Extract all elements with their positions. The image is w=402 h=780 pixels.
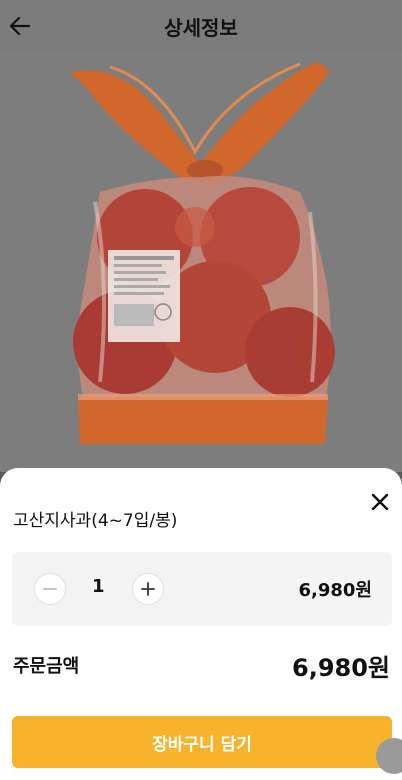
decrease-quantity-button[interactable] bbox=[34, 573, 66, 605]
floating-handle[interactable] bbox=[376, 738, 402, 774]
arrow-left-icon bbox=[9, 16, 31, 36]
close-button[interactable] bbox=[368, 490, 392, 514]
quantity-value: 1 bbox=[92, 576, 105, 597]
option-bottom-sheet: 고산지사과(4~7입/봉) 1 6,980원 주문금액 6,980원 장바구니 … bbox=[0, 468, 402, 780]
minus-icon bbox=[43, 588, 57, 590]
page-title: 상세정보 bbox=[164, 15, 238, 40]
line-price: 6,980원 bbox=[298, 580, 373, 601]
total-price: 6,980원 bbox=[292, 654, 390, 682]
close-icon bbox=[371, 493, 389, 511]
product-name: 고산지사과(4~7입/봉) bbox=[13, 511, 178, 531]
increase-quantity-button[interactable] bbox=[132, 573, 164, 605]
top-app-bar: 상세정보 bbox=[0, 0, 402, 52]
plus-icon bbox=[141, 582, 155, 596]
product-image bbox=[0, 52, 402, 472]
add-to-cart-button[interactable]: 장바구니 담기 bbox=[12, 716, 392, 768]
total-label: 주문금액 bbox=[13, 656, 80, 677]
quantity-selector: 1 6,980원 bbox=[12, 552, 392, 626]
back-button[interactable] bbox=[6, 12, 34, 40]
